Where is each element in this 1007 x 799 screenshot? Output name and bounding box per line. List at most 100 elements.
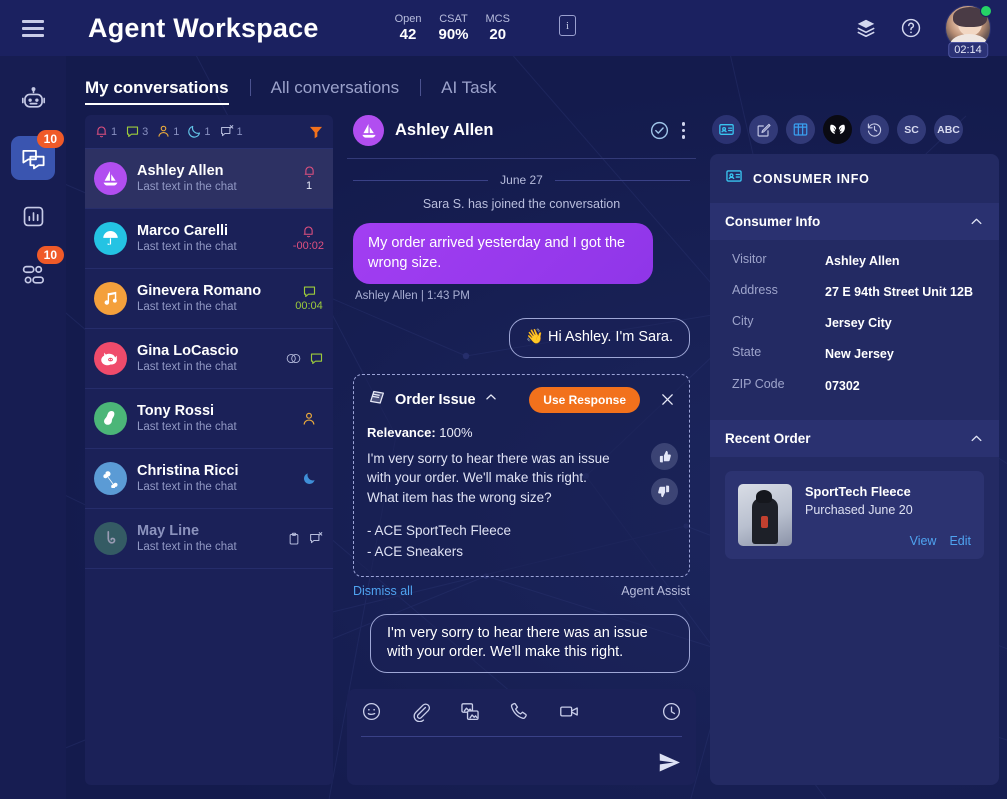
emoji-icon[interactable] — [361, 701, 382, 727]
chat-title: Ashley Allen — [395, 121, 494, 139]
field-value: 27 E 94th Street Unit 12B — [825, 285, 973, 300]
close-icon[interactable] — [659, 391, 676, 408]
conversation-subtitle: Last text in the chat — [137, 421, 237, 434]
conversation-row-ginevera-romano[interactable]: Ginevera Romano Last text in the chat 00… — [85, 269, 333, 329]
stat-mcs: MCS 20 — [486, 13, 510, 43]
queue-badge: 10 — [36, 246, 64, 264]
kebab-menu-icon[interactable] — [677, 120, 691, 141]
conversation-tabs: My conversations All conversations AI Ta… — [66, 56, 1007, 107]
day-divider-label: June 27 — [500, 173, 543, 187]
outgoing-message-bubble: 👋 Hi Ashley. I'm Sara. — [508, 318, 690, 358]
conversation-name: Gina LoCascio — [137, 342, 239, 359]
chevron-up-icon[interactable] — [484, 390, 498, 409]
right-panel: SC ABC CONSUMER INFO Consumer Info Visit… — [710, 115, 1007, 785]
divider-line-right — [554, 179, 691, 181]
sidebar-item-bot[interactable] — [11, 78, 55, 122]
filter-chat-count: 3 — [142, 125, 149, 138]
clipboard-icon — [289, 532, 299, 545]
info-icon[interactable]: i — [558, 15, 576, 37]
stat-open: Open 42 — [395, 13, 422, 43]
conversation-text: Ashley Allen Last text in the chat — [137, 162, 284, 195]
thumbs-up-icon[interactable] — [651, 442, 678, 470]
sidebar-item-conversations[interactable]: 10 — [11, 130, 64, 180]
layers-icon[interactable] — [855, 17, 877, 39]
attachment-icon[interactable] — [410, 701, 431, 727]
video-camera-icon[interactable] — [558, 701, 580, 727]
filter-funnel-icon[interactable] — [308, 124, 324, 140]
conversation-row-tony-rossi[interactable]: Tony Rossi Last text in the chat — [85, 389, 333, 449]
conversation-status: -00:02 — [293, 224, 324, 253]
tab-ai-task[interactable]: AI Task — [420, 78, 517, 107]
edit-note-icon[interactable] — [749, 115, 778, 144]
filter-chat[interactable] — [125, 124, 140, 139]
linked-rings-icon — [286, 353, 301, 364]
conversation-row-ashley-allen[interactable]: Ashley Allen Last text in the chat 1 — [85, 149, 333, 209]
agent-assist-label: Agent Assist — [621, 583, 690, 598]
stat-mcs-label: MCS — [485, 13, 510, 26]
field-label: ZIP Code — [732, 376, 785, 391]
conversation-meta: 00:04 — [295, 299, 323, 312]
filter-chat-dismiss[interactable] — [219, 124, 235, 139]
help-circle-icon[interactable] — [900, 17, 922, 39]
right-panel-toolbar: SC ABC — [710, 115, 999, 154]
agent-assist-wrapper: Order Issue Use Response Relevance: 100%… — [353, 373, 690, 598]
history-icon[interactable] — [860, 115, 889, 144]
sidebar-item-analytics[interactable] — [11, 194, 55, 238]
dismiss-all-link[interactable]: Dismiss all — [353, 584, 413, 598]
conversation-row-may-line[interactable]: May Line Last text in the chat — [85, 509, 333, 569]
filter-person[interactable] — [156, 124, 171, 139]
avatar-umbrella-icon — [94, 222, 127, 255]
agent-assist-header: Order Issue Use Response — [367, 386, 676, 413]
check-circle-icon[interactable] — [649, 120, 670, 141]
view-order-link[interactable]: View — [910, 534, 937, 548]
chevron-up-icon[interactable] — [969, 214, 984, 229]
chat-messages: June 27 Sara S. has joined the conversat… — [347, 159, 696, 679]
use-response-button[interactable]: Use Response — [529, 386, 640, 413]
consumer-info-icon[interactable] — [712, 115, 741, 144]
filter-bell[interactable] — [94, 124, 109, 139]
conversation-row-marco-carelli[interactable]: Marco Carelli Last text in the chat -00:… — [85, 209, 333, 269]
composer-toolbar — [361, 701, 682, 737]
section-header-consumer-info[interactable]: Consumer Info — [710, 203, 999, 240]
relevance-label: Relevance: — [367, 424, 436, 440]
brand-badge-icon[interactable] — [823, 115, 852, 144]
consumer-info-panel: CONSUMER INFO Consumer Info Visitor Ashl… — [710, 154, 999, 785]
conversation-status: 00:04 — [294, 284, 324, 313]
recent-order-card[interactable]: SportTech Fleece Purchased June 20 View … — [725, 470, 984, 559]
tab-all-conversations[interactable]: All conversations — [249, 78, 421, 107]
field-label: City — [732, 314, 754, 329]
conversation-row-gina-locascio[interactable]: Gina LoCascio Last text in the chat — [85, 329, 333, 389]
send-icon[interactable] — [657, 750, 682, 775]
filter-moon[interactable] — [187, 124, 202, 139]
cards-grid-icon[interactable] — [786, 115, 815, 144]
hamburger-menu-icon[interactable] — [0, 0, 66, 56]
tab-my-conversations[interactable]: My conversations — [85, 78, 250, 107]
clock-history-icon[interactable] — [661, 701, 682, 727]
section-header-recent-order[interactable]: Recent Order — [710, 419, 999, 457]
conversation-name: Christina Ricci — [137, 462, 239, 479]
edit-order-link[interactable]: Edit — [949, 534, 971, 548]
stat-csat-label: CSAT — [439, 13, 468, 26]
abc-button[interactable]: ABC — [934, 115, 963, 144]
field-visitor: Visitor Ashley Allen — [732, 252, 984, 270]
phone-icon[interactable] — [509, 701, 530, 727]
message-input[interactable] — [361, 737, 682, 775]
conversation-meta: -00:02 — [292, 239, 324, 252]
field-label: Address — [732, 283, 778, 298]
sidebar-item-queue[interactable]: 10 — [11, 246, 64, 296]
image-swap-icon[interactable] — [459, 701, 481, 727]
agent-assist-title: Order Issue — [395, 391, 476, 408]
avatar-mushroom-icon — [94, 402, 127, 435]
chevron-up-icon[interactable] — [969, 431, 984, 446]
thumbs-down-icon[interactable] — [651, 477, 678, 505]
panels-row: 1 3 1 1 1 Ashley Allen Last text in the … — [66, 107, 1007, 799]
avatar[interactable]: 02:14 — [945, 5, 992, 58]
conversation-row-christina-ricci[interactable]: Christina Ricci Last text in the chat — [85, 449, 333, 509]
conversation-subtitle: Last text in the chat — [137, 181, 237, 194]
sc-button[interactable]: SC — [897, 115, 926, 144]
conversation-text: Marco Carelli Last text in the chat — [137, 222, 283, 255]
agent-assist-items: - ACE SportTech Fleece - ACE Sneakers — [367, 521, 676, 562]
draft-message-bubble: I'm very sorry to hear there was an issu… — [370, 613, 690, 673]
chat-dismiss-icon — [310, 532, 323, 544]
filter-bell-count: 1 — [111, 125, 118, 138]
